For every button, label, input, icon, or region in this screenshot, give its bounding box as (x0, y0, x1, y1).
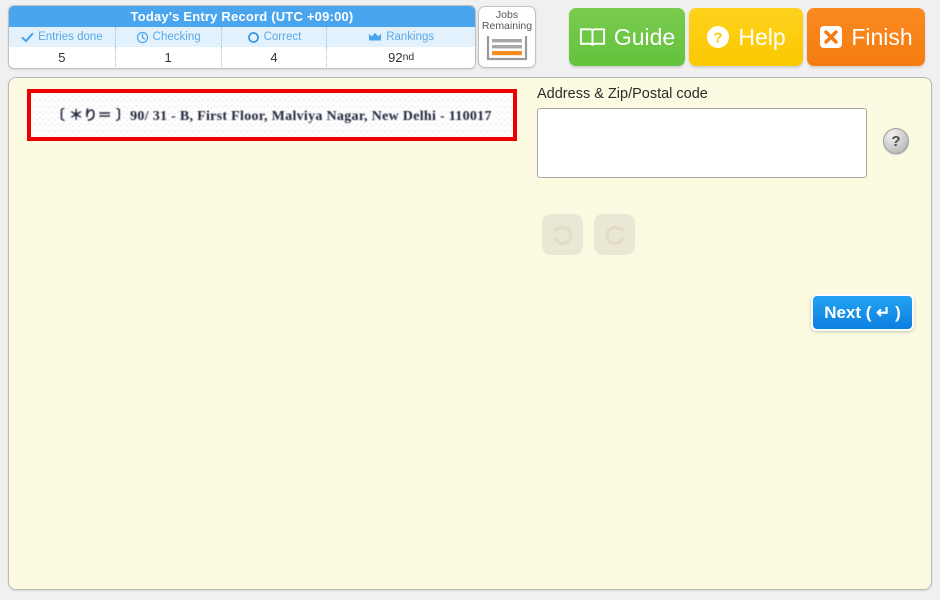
app-root: Today's Entry Record (UTC +09:00) Entrie… (0, 0, 940, 600)
question-circle-icon: ? (706, 25, 730, 49)
undo-icon (550, 222, 576, 248)
task-list-icon (485, 35, 529, 66)
circle-icon (247, 31, 260, 44)
stat-value-correct: 4 (222, 47, 328, 67)
field-help-icon[interactable]: ? (883, 128, 909, 154)
svg-text:?: ? (714, 30, 723, 47)
clock-icon (136, 31, 149, 44)
stat-label-entries-done: Entries done (9, 27, 116, 47)
scanned-address-image: 〔 ＊り＝ 〕90/ 31 - B, First Floor, Malviya … (31, 93, 513, 137)
stat-label-text: Checking (152, 31, 201, 43)
scanned-address-text: 〔 ＊り＝ 〕90/ 31 - B, First Floor, Malviya … (51, 109, 492, 124)
stat-value-rankings-number: 92 (388, 49, 403, 65)
address-field-row: ? (537, 108, 925, 178)
guide-button-label: Guide (613, 23, 676, 50)
top-toolbar: Today's Entry Record (UTC +09:00) Entrie… (0, 0, 940, 76)
next-button[interactable]: Next ( ↵ ) (811, 294, 914, 331)
stat-value-rankings: 92nd (327, 47, 475, 67)
stat-value-checking: 1 (116, 47, 222, 67)
stat-label-text: Entries done (38, 31, 103, 43)
entry-record-value-row: 5 1 4 92nd (9, 47, 475, 67)
redo-icon (602, 222, 628, 248)
help-button[interactable]: ? Help (689, 8, 803, 66)
main-panel: 〔 ＊り＝ 〕90/ 31 - B, First Floor, Malviya … (8, 77, 932, 590)
entry-record-label-row: Entries done Checking Correct Rankings (9, 27, 475, 47)
history-controls (542, 214, 635, 255)
entry-record-title: Today's Entry Record (UTC +09:00) (9, 6, 475, 27)
x-square-icon (819, 25, 843, 49)
finish-button-label: Finish (851, 23, 913, 50)
help-button-label: Help (738, 23, 786, 50)
address-input[interactable] (537, 108, 867, 178)
stat-label-rankings: Rankings (327, 27, 475, 47)
undo-button[interactable] (542, 214, 583, 255)
stat-label-checking: Checking (116, 27, 222, 47)
jobs-remaining-box[interactable]: Jobs Remaining (478, 6, 536, 68)
finish-button[interactable]: Finish (807, 8, 925, 66)
check-icon (21, 31, 34, 44)
entry-form: Address & Zip/Postal code ? (537, 86, 925, 178)
redo-button[interactable] (594, 214, 635, 255)
stat-label-text: Correct (263, 31, 302, 43)
book-icon (579, 26, 606, 48)
stat-label-correct: Correct (222, 27, 328, 47)
crown-icon (368, 31, 382, 43)
scanned-task-highlight: 〔 ＊り＝ 〕90/ 31 - B, First Floor, Malviya … (27, 89, 517, 141)
stat-value-rankings-suffix: nd (402, 51, 415, 63)
stat-value-entries-done: 5 (9, 47, 116, 67)
stat-label-text: Rankings (386, 31, 435, 43)
entry-record-card: Today's Entry Record (UTC +09:00) Entrie… (8, 5, 476, 69)
guide-button[interactable]: Guide (569, 8, 685, 66)
address-field-label: Address & Zip/Postal code (537, 86, 708, 102)
jobs-remaining-line2: Remaining (481, 20, 533, 32)
